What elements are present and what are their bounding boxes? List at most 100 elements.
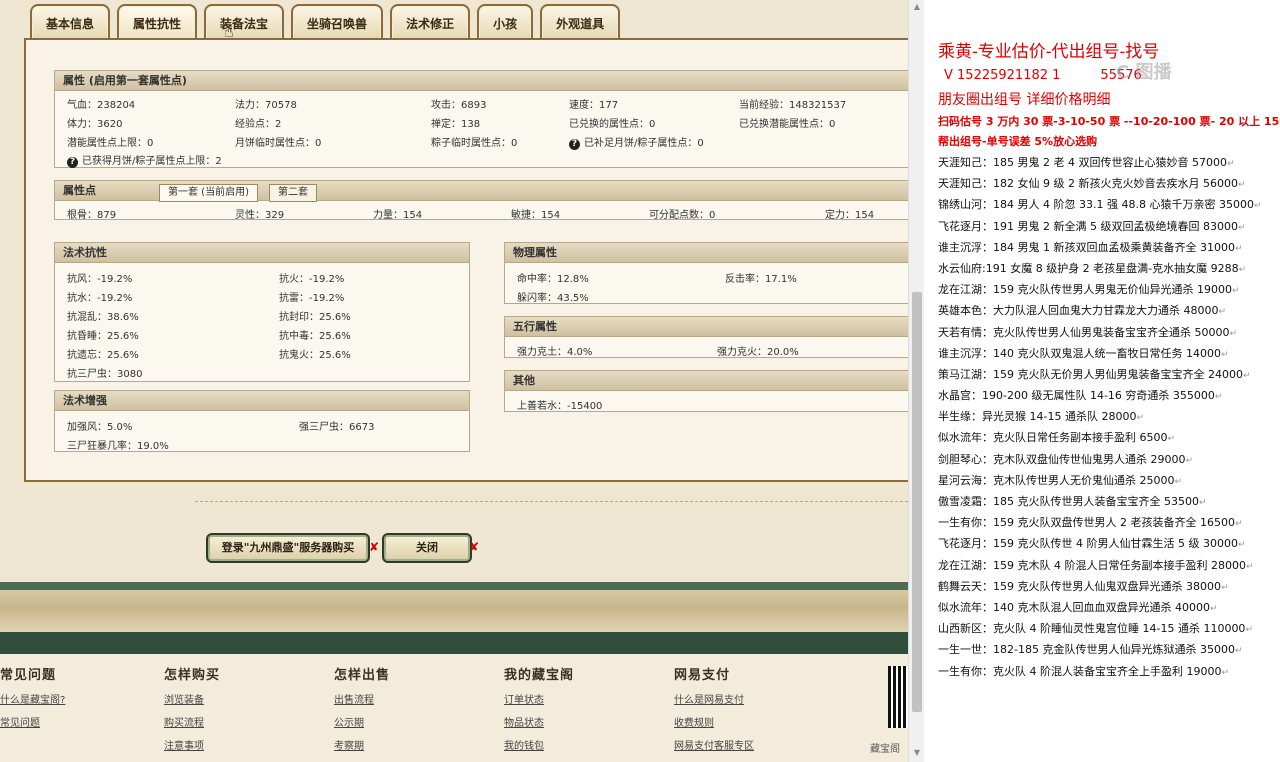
attribute-cell: 禅定：138 <box>431 119 481 130</box>
scrollbar-thumb[interactable] <box>912 292 922 712</box>
resist-cell: 抗中毒：25.6% <box>279 331 351 342</box>
document-body: 乘黄-专业估价-代出组号-找号 V 15225921182 1 55576 朋友圈… <box>938 40 1280 682</box>
paragraph-mark-icon: ↵ <box>1220 582 1229 593</box>
spell-boost-header: 法术增强 <box>55 391 469 411</box>
point-cell: 敏捷：154 <box>511 210 561 221</box>
listing-item: 龙在江湖：159 克木队 4 阶混人日常任务副本接手盈利 28000↵ <box>938 558 1254 572</box>
subtab-set-two[interactable]: 第二套 <box>269 184 317 202</box>
listing-item: 天涯知己：185 男鬼 2 老 4 双回传世容止心猿妙音 57000↵ <box>938 156 1235 169</box>
point-cell: 力量：154 <box>373 210 423 221</box>
boost-cell: 加强风：5.0% <box>67 422 133 433</box>
spell-resist-box: 法术抗性 抗风：-19.2% 抗火：-19.2% 抗水：-19.2% 抗雷：-1… <box>54 242 470 382</box>
footer-link[interactable]: 我的钱包 <box>504 737 574 752</box>
other-header: 其他 <box>505 371 908 391</box>
attribute-cell: 已兑换潜能属性点：0 <box>739 119 836 130</box>
footer-link[interactable]: 订单状态 <box>504 691 574 706</box>
paragraph-mark-icon: ↵ <box>1237 222 1246 233</box>
resist-cell: 抗三尸虫：3080 <box>67 369 143 380</box>
divider <box>195 501 908 502</box>
footer-link[interactable]: 什么是网易支付 <box>674 691 754 706</box>
doc-moments: 朋友圈出组号 详细价格明细 <box>938 92 1111 108</box>
paragraph-mark-icon: ↵ <box>1245 561 1254 572</box>
paragraph-mark-icon: ↵ <box>1229 328 1238 339</box>
footer-link[interactable]: 常见问题 <box>0 714 65 729</box>
attributes-header: 属性 (启用第一套属性点) <box>55 71 908 91</box>
footer-link[interactable]: 什么是藏宝阁? <box>0 691 65 706</box>
physical-header: 物理属性 <box>505 243 908 263</box>
footer-col-mine: 我的藏宝阁 订单状态 物品状态 我的钱包 <box>504 654 574 752</box>
tab-equipment[interactable]: 装备法宝 <box>204 4 285 40</box>
scroll-down-icon[interactable]: ▼ <box>912 748 922 758</box>
paragraph-mark-icon: ↵ <box>1234 646 1243 657</box>
footer-link[interactable]: 公示期 <box>334 714 390 729</box>
paragraph-mark-icon: ↵ <box>1237 540 1246 551</box>
listing-item: 谁主沉浮：140 克火队双鬼混人统一畜牧日常任务 14000↵ <box>938 346 1229 360</box>
footer-link[interactable]: 收费规则 <box>674 714 754 729</box>
attribute-cell: 已兑换的属性点：0 <box>569 119 656 130</box>
footer-link[interactable]: 注意事项 <box>164 737 220 752</box>
listing-item: 谁主沉浮：184 男鬼 1 新孩双回血孟极乘黄装备齐全 31000↵ <box>938 240 1243 254</box>
qr-code-icon <box>888 666 908 728</box>
attribute-cell: 经验点：2 <box>235 119 282 130</box>
attribute-cell: 气血：238204 <box>67 100 136 111</box>
paragraph-mark-icon: ↵ <box>1234 243 1243 254</box>
listing-list: 天涯知己：185 男鬼 2 老 4 双回传世容止心猿妙音 57000↵ 天涯知己：… <box>938 152 1278 682</box>
decor-band <box>0 582 908 590</box>
listing-item: 一生一世：182-185 克金队传世男人仙异光炼狱通杀 35000↵ <box>938 643 1243 657</box>
paragraph-mark-icon: ↵ <box>1253 201 1262 212</box>
doc-title: 乘黄-专业估价-代出组号-找号 <box>938 42 1160 62</box>
listing-item: 似水流年：克火队日常任务副本接手盈利 6500↵ <box>938 431 1176 445</box>
paragraph-mark-icon: ↵ <box>1136 413 1144 424</box>
listing-item: 英雄本色：大力队混人回血鬼大力甘霖龙大力通杀 48000↵ <box>938 304 1227 318</box>
wuxing-cell: 强力克土：4.0% <box>517 347 593 358</box>
tab-children[interactable]: 小孩 <box>477 4 534 40</box>
resist-cell: 抗昏睡：25.6% <box>67 331 139 342</box>
tab-attributes[interactable]: 属性抗性 <box>117 4 198 40</box>
paragraph-mark-icon: ↵ <box>1209 603 1218 614</box>
attribute-cell: 潜能属性点上限：0 <box>67 138 154 149</box>
paragraph-mark-icon: ↵ <box>1167 434 1176 445</box>
subtab-set-one[interactable]: 第一套 (当前启用) <box>159 184 258 202</box>
tab-basic-info[interactable]: 基本信息 <box>30 4 111 40</box>
footer-link[interactable]: 物品状态 <box>504 714 574 729</box>
attribute-cell: 攻击：6893 <box>431 100 487 111</box>
listing-item: 山西新区：克火队 4 阶睡仙灵性鬼宫位睡 14-15 通杀 110000↵ <box>938 622 1253 636</box>
footer-title: 怎样购买 <box>164 668 221 683</box>
help-icon[interactable]: ? <box>569 139 580 150</box>
footer-title: 网易支付 <box>674 668 731 683</box>
attribute-cell: 月饼临时属性点：0 <box>235 138 322 149</box>
attributes-box: 属性 (启用第一套属性点) 气血：238204 法力：70578 攻击：6893 速度… <box>54 70 908 168</box>
tab-appearance[interactable]: 外观道具 <box>540 4 621 40</box>
tab-mounts-pets[interactable]: 坐骑召唤兽 <box>291 4 384 40</box>
boost-cell: 三尸狂暴几率：19.0% <box>67 441 169 452</box>
five-elements-header: 五行属性 <box>505 317 908 337</box>
scroll-up-icon[interactable]: ▲ <box>912 2 922 12</box>
listing-item: 策马江湖：159 克火队无价男人男仙男鬼装备宝宝齐全 24000↵ <box>938 367 1251 381</box>
other-cell: 上善若水：-15400 <box>517 401 603 412</box>
login-server-buy-button[interactable]: 登录"九州鼎盛"服务器购买 <box>206 533 370 563</box>
boost-cell: 强三尸虫：6673 <box>299 422 375 433</box>
close-button[interactable]: 关闭 <box>382 533 472 563</box>
listing-item: 飞花逐月：159 克火队传世 4 阶男人仙甘霖生活 5 级 30000↵ <box>938 537 1246 551</box>
footer-link[interactable]: 网易支付客服专区 <box>674 737 754 752</box>
doc-phone: V 15225921182 1 55576 <box>944 68 1142 83</box>
tab-bar: 基本信息 属性抗性 装备法宝 坐骑召唤兽 法术修正 小孩 外观道具 <box>30 4 621 40</box>
scrollbar[interactable]: ▲ ▼ <box>908 0 924 762</box>
tab-spell-correction[interactable]: 法术修正 <box>390 4 471 40</box>
listing-item: 似水流年：140 克木队混人回血血双盘异光通杀 40000↵ <box>938 600 1218 614</box>
footer-link[interactable]: 浏览装备 <box>164 691 220 706</box>
cap-row: ? 已获得月饼/粽子属性点上限：2 <box>67 152 222 168</box>
attribute-cell: 当前经验：148321537 <box>739 100 847 111</box>
paragraph-mark-icon: ↵ <box>1231 286 1240 297</box>
footer-col-pay: 网易支付 什么是网易支付 收费规则 网易支付客服专区 <box>674 654 754 752</box>
footer-title: 我的藏宝阁 <box>504 668 575 683</box>
paragraph-mark-icon: ↵ <box>1174 476 1183 487</box>
other-box: 其他 上善若水：-15400 <box>504 370 908 412</box>
footer-link[interactable]: 购买流程 <box>164 714 220 729</box>
listing-item: 天若有情：克火队传世男人仙男鬼装备宝宝齐全通杀 50000↵ <box>938 325 1238 339</box>
footer-link[interactable]: 出售流程 <box>334 691 390 706</box>
help-icon[interactable]: ? <box>67 157 78 168</box>
footer-link[interactable]: 考察期 <box>334 737 390 752</box>
listing-item: 傲雪凌霜：185 克火队传世男人装备宝宝齐全 53500↵ <box>938 495 1207 508</box>
attribute-cell: 体力：3620 <box>67 119 123 130</box>
